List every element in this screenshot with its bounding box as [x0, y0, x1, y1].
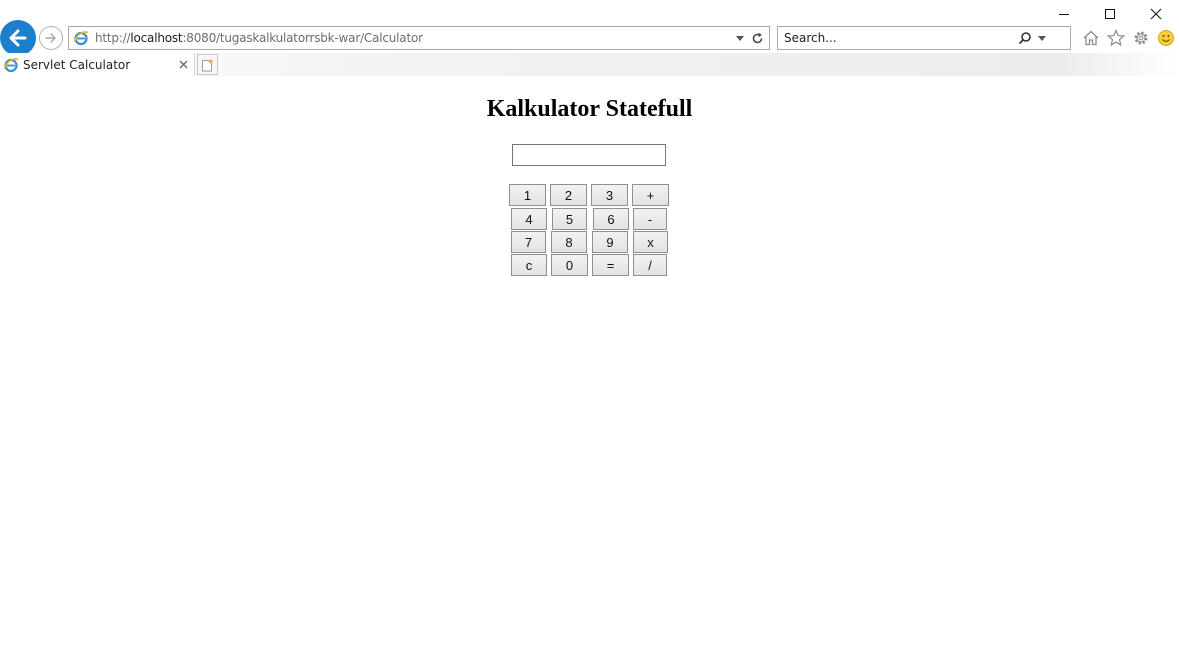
- key-2-button[interactable]: 2: [550, 184, 587, 206]
- caret-down-icon: [1038, 35, 1046, 41]
- calculator-display[interactable]: [512, 144, 666, 166]
- magnifier-icon: [1018, 32, 1031, 45]
- caret-down-icon: [736, 35, 744, 41]
- key-plus-button[interactable]: +: [632, 184, 669, 206]
- key-4-button[interactable]: 4: [511, 208, 547, 230]
- favorites-button[interactable]: [1105, 27, 1127, 49]
- ie-page-icon: [3, 57, 19, 72]
- key-clear-button[interactable]: c: [511, 254, 547, 276]
- tab-servlet-calculator[interactable]: Servlet Calculator: [0, 53, 195, 76]
- key-3-button[interactable]: 3: [591, 184, 628, 206]
- key-9-button[interactable]: 9: [592, 231, 628, 253]
- minimize-icon: [1059, 14, 1069, 15]
- home-button[interactable]: [1080, 27, 1102, 49]
- key-0-button[interactable]: 0: [551, 254, 588, 276]
- close-icon: [1150, 8, 1162, 20]
- address-url[interactable]: http://localhost:8080/tugaskalkulatorrsb…: [95, 31, 733, 45]
- home-icon: [1083, 30, 1099, 46]
- refresh-button[interactable]: [747, 27, 767, 49]
- maximize-button[interactable]: [1087, 0, 1133, 28]
- search-button[interactable]: [1018, 31, 1046, 45]
- arrow-left-icon: [9, 29, 27, 47]
- forward-button[interactable]: [39, 26, 63, 50]
- key-1-button[interactable]: 1: [509, 184, 546, 206]
- feedback-button[interactable]: [1155, 27, 1177, 49]
- back-button[interactable]: [0, 20, 36, 56]
- tab-title: Servlet Calculator: [23, 57, 131, 72]
- search-input[interactable]: [784, 29, 1014, 47]
- browser-toolbar: [1080, 27, 1177, 49]
- smiley-icon: [1158, 30, 1174, 46]
- new-tab-icon: [202, 58, 214, 71]
- minimize-button[interactable]: [1041, 0, 1087, 28]
- key-equals-button[interactable]: =: [592, 254, 629, 276]
- arrow-right-icon: [45, 33, 56, 43]
- url-host: localhost: [130, 31, 183, 45]
- address-dropdown-button[interactable]: [733, 27, 747, 49]
- url-scheme: http://: [95, 31, 131, 45]
- key-minus-button[interactable]: -: [633, 208, 667, 230]
- close-icon: [179, 60, 187, 69]
- new-tab-button[interactable]: [197, 54, 218, 75]
- key-divide-button[interactable]: /: [633, 254, 667, 276]
- search-box[interactable]: [777, 26, 1071, 50]
- page-title: Kalkulator Statefull: [486, 96, 693, 122]
- tab-strip: Servlet Calculator: [0, 53, 1179, 76]
- ie-page-icon: [73, 31, 89, 46]
- refresh-icon: [752, 32, 762, 43]
- gear-icon: [1134, 31, 1148, 45]
- tools-button[interactable]: [1130, 27, 1152, 49]
- window-controls: [1041, 0, 1179, 28]
- star-icon: [1107, 29, 1125, 47]
- key-7-button[interactable]: 7: [511, 231, 546, 253]
- url-path: :8080/tugaskalkulatorrsbk-war/Calculator: [182, 31, 423, 45]
- key-5-button[interactable]: 5: [552, 208, 587, 230]
- address-bar[interactable]: http://localhost:8080/tugaskalkulatorrsb…: [68, 26, 770, 50]
- key-6-button[interactable]: 6: [593, 208, 629, 230]
- close-tab-button[interactable]: [176, 58, 190, 72]
- key-multiply-button[interactable]: x: [633, 231, 668, 253]
- key-8-button[interactable]: 8: [551, 231, 587, 253]
- maximize-icon: [1105, 9, 1115, 19]
- close-window-button[interactable]: [1133, 0, 1179, 28]
